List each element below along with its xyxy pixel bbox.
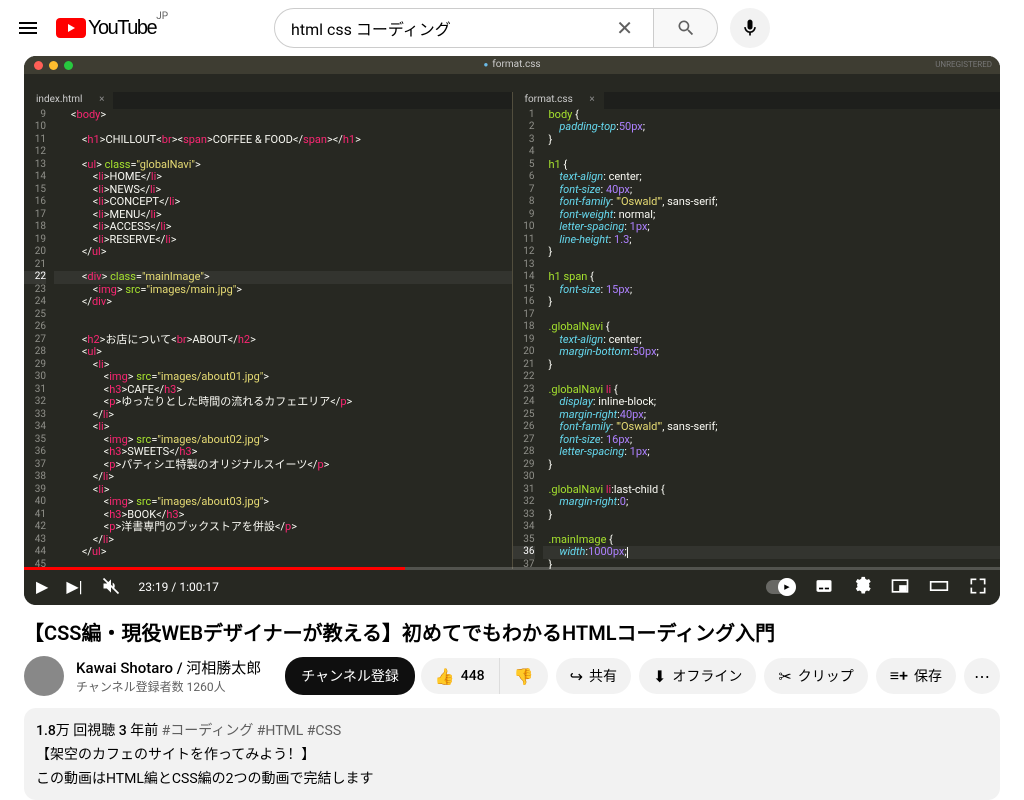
playlist-add-icon: ≡+ <box>890 666 908 686</box>
channel-avatar[interactable] <box>24 656 64 696</box>
search-input[interactable] <box>291 19 612 38</box>
settings-button[interactable] <box>852 576 872 598</box>
miniplayer-button[interactable] <box>890 576 910 598</box>
subscriber-count: チャンネル登録者数 1260人 <box>76 678 261 695</box>
dislike-button[interactable]: 👎 <box>500 658 548 694</box>
save-button[interactable]: ≡+保存 <box>876 658 956 694</box>
channel-name[interactable]: Kawai Shotaro / 河相勝太郎 <box>76 657 261 678</box>
thumbs-up-icon: 👍 <box>435 667 455 686</box>
mute-button[interactable] <box>101 576 121 598</box>
share-icon: ↪ <box>570 667 583 686</box>
video-title: 【CSS編・現役WEBデザイナーが教える】初めてでもわかるHTMLコーディング入… <box>24 617 1000 646</box>
editor-title: format.css <box>483 59 540 72</box>
video-player[interactable]: format.css UNREGISTERED index.html× 9101… <box>24 56 1000 605</box>
fullscreen-button[interactable] <box>968 576 988 598</box>
autoplay-toggle[interactable] <box>766 580 796 594</box>
download-icon: ⬇ <box>653 667 666 686</box>
voice-search-button[interactable] <box>730 8 770 48</box>
search-clear-icon[interactable]: ✕ <box>612 16 637 40</box>
scissors-icon: ✂ <box>778 667 791 686</box>
progress-bar[interactable] <box>24 567 1000 570</box>
window-controls <box>24 61 83 70</box>
next-button[interactable]: ▶| <box>66 581 82 594</box>
editor-tab-left: index.html× <box>24 92 113 109</box>
clip-button[interactable]: ✂クリップ <box>764 658 867 694</box>
subscribe-button[interactable]: チャンネル登録 <box>285 657 415 695</box>
search-button[interactable] <box>654 8 718 48</box>
captions-button[interactable] <box>814 576 834 598</box>
search-input-wrapper[interactable]: ✕ <box>274 8 654 48</box>
theater-button[interactable] <box>928 576 950 598</box>
video-description[interactable]: 1.8万 回視聴 3 年前 #コーディング #HTML #CSS 【架空のカフェ… <box>24 708 1000 800</box>
time-display: 23:19 / 1:00:17 <box>139 581 219 594</box>
youtube-logo[interactable]: YouTube JP <box>56 17 156 40</box>
more-actions-button[interactable]: ⋯ <box>964 658 1000 694</box>
offline-button[interactable]: ⬇オフライン <box>639 658 756 694</box>
editor-tab-right: format.css× <box>513 92 604 109</box>
like-button[interactable]: 👍448 <box>421 658 500 694</box>
play-button[interactable]: ▶ <box>36 581 48 594</box>
share-button[interactable]: ↪共有 <box>556 658 631 694</box>
thumbs-down-icon: 👎 <box>514 667 534 686</box>
hamburger-menu-icon[interactable] <box>16 16 40 40</box>
unregistered-label: UNREGISTERED <box>935 59 992 72</box>
